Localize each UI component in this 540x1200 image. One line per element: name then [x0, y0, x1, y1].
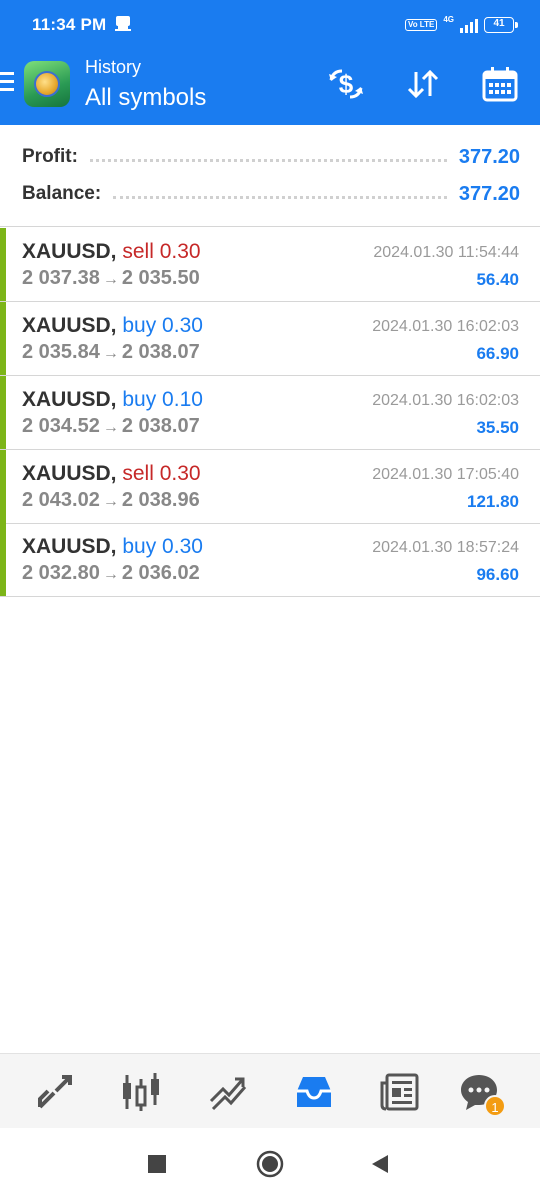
- dotted-leader: [113, 195, 447, 199]
- deal-symbol: XAUUSD, buy 0.30: [22, 314, 203, 337]
- profit-row: Profit: 377.20: [22, 142, 520, 172]
- top-bar: 11:34 PM Vo LTE 4G 41 History All symbol…: [0, 0, 540, 125]
- deal-time: 2024.01.30 17:05:40: [372, 466, 519, 483]
- deal-profit: 121.80: [467, 492, 519, 511]
- deal-profit: 35.50: [476, 418, 519, 437]
- status-icons: Vo LTE 4G 41: [404, 15, 518, 35]
- deal-type: sell 0.30: [122, 240, 201, 263]
- back-button[interactable]: [370, 1153, 390, 1180]
- bottom-navigation: 1: [0, 1053, 540, 1128]
- balance-label: Balance:: [22, 183, 102, 204]
- system-navigation: [0, 1128, 540, 1200]
- recents-button[interactable]: [148, 1155, 166, 1178]
- deal-profit: 66.90: [476, 344, 519, 363]
- news-icon[interactable]: [379, 1071, 421, 1113]
- deal-row[interactable]: XAUUSD, sell 0.30 2 043.02 → 2 038.96 2024…: [0, 450, 540, 524]
- battery-icon: 41: [484, 17, 518, 33]
- profit-label: Profit:: [22, 146, 78, 167]
- profit-indicator: [0, 450, 6, 523]
- profit-indicator: [0, 523, 6, 596]
- deal-profit: 56.40: [476, 270, 519, 289]
- chart-icon[interactable]: [120, 1071, 162, 1113]
- quotes-icon[interactable]: [34, 1071, 76, 1113]
- status-bar: 11:34 PM Vo LTE 4G 41: [0, 0, 540, 50]
- network-type: 4G: [443, 15, 454, 24]
- deal-row[interactable]: XAUUSD, buy 0.10 2 034.52 → 2 038.07 2024.…: [0, 376, 540, 450]
- profit-indicator: [0, 302, 6, 375]
- dotted-leader: [89, 158, 447, 162]
- deal-type: buy 0.30: [122, 535, 203, 558]
- deal-symbol: XAUUSD, buy 0.30: [22, 535, 203, 558]
- deal-time: 2024.01.30 11:54:44: [373, 244, 519, 261]
- page-title[interactable]: All symbols: [85, 84, 206, 112]
- deal-type: buy 0.10: [122, 388, 203, 411]
- page-subtitle: History: [85, 57, 142, 77]
- deal-row[interactable]: XAUUSD, sell 0.30 2 037.38 → 2 035.50 2024…: [0, 228, 540, 302]
- home-button[interactable]: [256, 1150, 284, 1183]
- balance-value: 377.20: [458, 182, 520, 205]
- deal-time: 2024.01.30 18:57:24: [372, 539, 519, 556]
- deal-symbol: XAUUSD, buy 0.10: [22, 388, 203, 411]
- deal-type: buy 0.30: [122, 314, 203, 337]
- app-bar: History All symbols $: [0, 50, 540, 125]
- notification-icon: [114, 15, 132, 33]
- deal-symbol: XAUUSD, sell 0.30: [22, 240, 201, 263]
- deal-prices: 2 035.84 → 2 038.07: [22, 341, 200, 363]
- deal-prices: 2 032.80 → 2 036.02: [22, 562, 200, 584]
- sort-icon[interactable]: [403, 64, 443, 104]
- volte-icon: Vo LTE: [404, 19, 438, 31]
- chat-icon[interactable]: 1: [458, 1071, 506, 1117]
- profit-indicator: [0, 376, 6, 449]
- currency-exchange-icon[interactable]: $: [326, 64, 366, 104]
- deal-row[interactable]: XAUUSD, buy 0.30 2 032.80 → 2 036.02 2024.…: [0, 523, 540, 597]
- deal-prices: 2 037.38 → 2 035.50: [22, 267, 200, 289]
- deal-profit: 96.60: [476, 565, 519, 584]
- profit-value: 377.20: [458, 145, 520, 168]
- calendar-icon[interactable]: [480, 64, 520, 104]
- deal-symbol: XAUUSD, sell 0.30: [22, 462, 201, 485]
- deal-time: 2024.01.30 16:02:03: [372, 392, 519, 409]
- status-time: 11:34 PM: [32, 15, 107, 34]
- signal-icon: [460, 17, 478, 33]
- balance-row: Balance: 377.20: [22, 179, 520, 209]
- deal-prices: 2 043.02 → 2 038.96: [22, 489, 200, 511]
- profit-indicator: [0, 228, 6, 301]
- svg-text:$: $: [339, 69, 354, 99]
- deal-prices: 2 034.52 → 2 038.07: [22, 415, 200, 437]
- trade-icon[interactable]: [207, 1071, 249, 1113]
- deal-time: 2024.01.30 16:02:03: [372, 318, 519, 335]
- history-icon[interactable]: [293, 1071, 335, 1113]
- app-logo: [24, 61, 70, 107]
- chat-badge: 1: [484, 1095, 506, 1117]
- history-summary: Profit: 377.20 Balance: 377.20: [0, 125, 540, 227]
- menu-icon[interactable]: [0, 72, 14, 92]
- deal-row[interactable]: XAUUSD, buy 0.30 2 035.84 → 2 038.07 2024.…: [0, 302, 540, 376]
- deal-type: sell 0.30: [122, 462, 201, 485]
